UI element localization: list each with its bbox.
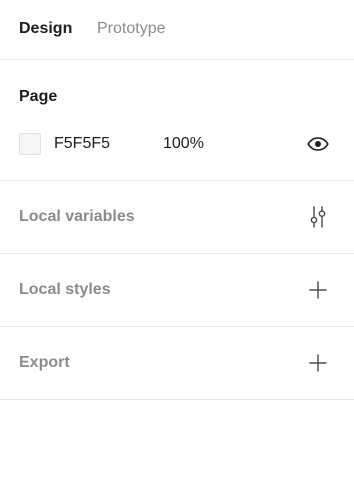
- page-background-hex-input[interactable]: F5F5F5: [54, 134, 110, 154]
- page-section: Page F5F5F5 100%: [0, 60, 354, 181]
- tab-prototype[interactable]: Prototype: [97, 19, 165, 39]
- export-label: Export: [19, 354, 70, 371]
- plus-icon[interactable]: [305, 351, 331, 375]
- plus-icon[interactable]: [305, 278, 331, 302]
- local-variables-row[interactable]: Local variables: [0, 181, 354, 254]
- local-variables-label: Local variables: [19, 208, 135, 225]
- page-background-opacity-input[interactable]: 100%: [163, 134, 204, 154]
- page-background-swatch[interactable]: [19, 133, 41, 155]
- local-styles-row[interactable]: Local styles: [0, 254, 354, 327]
- page-section-heading: Page: [19, 88, 58, 105]
- sliders-icon[interactable]: [305, 205, 331, 229]
- local-styles-label: Local styles: [19, 281, 111, 298]
- design-properties-panel: Design Prototype Page F5F5F5 100% Local …: [0, 0, 354, 498]
- panel-tabs: Design Prototype: [0, 0, 354, 60]
- tab-design[interactable]: Design: [19, 19, 72, 39]
- eye-icon[interactable]: [305, 134, 331, 154]
- export-row[interactable]: Export: [0, 327, 354, 400]
